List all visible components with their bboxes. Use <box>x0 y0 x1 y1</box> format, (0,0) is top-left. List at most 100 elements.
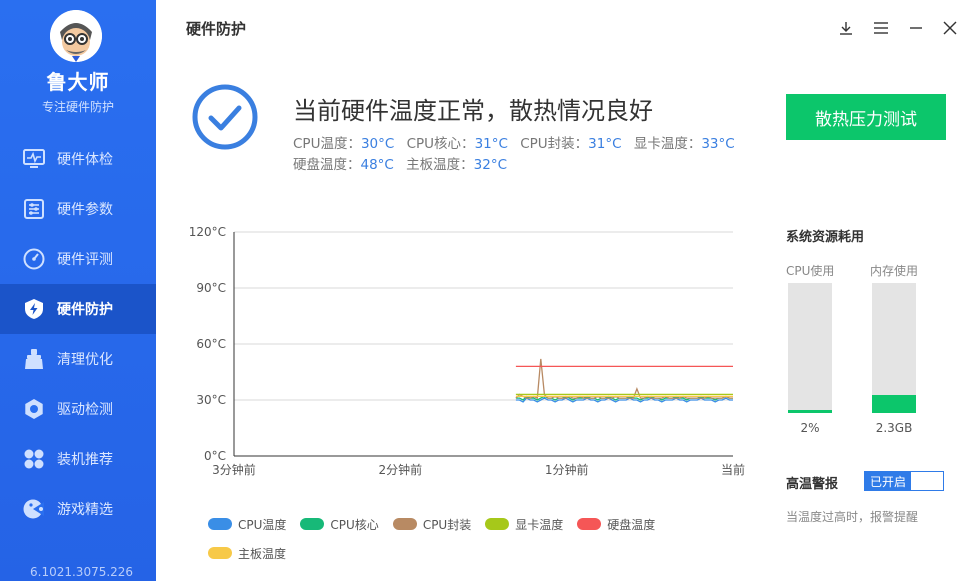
high-temp-alert-description: 当温度过高时，报警提醒 <box>786 510 919 524</box>
cpu-core-label: CPU核心： <box>406 136 475 152</box>
minimize-icon <box>910 27 922 29</box>
app-version: 6.1021.3075.226 <box>30 565 134 579</box>
download-button[interactable] <box>836 18 856 38</box>
x-tick-label: 2分钟前 <box>379 462 423 477</box>
legend-label: 硬盘温度 <box>607 517 656 532</box>
app-subtitle: 专注硬件防护 <box>41 100 114 114</box>
y-tick-label: 0°C <box>204 449 226 463</box>
gpu-temp-label: 显卡温度： <box>633 136 702 152</box>
sidebar-item-label: 硬件参数 <box>57 202 113 218</box>
toggle-on-label: 已开启 <box>865 472 911 490</box>
y-tick-label: 120°C <box>189 225 226 239</box>
sidebar-item-label: 游戏精选 <box>57 502 113 518</box>
stress-test-button[interactable]: 散热压力测试 <box>786 94 946 140</box>
disk-temp-label: 硬盘温度： <box>293 157 361 173</box>
x-tick-label: 1分钟前 <box>545 462 589 477</box>
cpu-package-value: 31°C <box>588 136 622 152</box>
fan-icon <box>22 447 46 471</box>
sidebar-item-hardware-checkup[interactable]: 硬件体检 <box>0 134 156 184</box>
menu-icon <box>874 22 888 34</box>
cpu-temp-value: 30°C <box>360 136 395 152</box>
memory-usage-bar <box>872 283 916 413</box>
gear-icon <box>22 397 46 421</box>
app-name: 鲁大师 <box>46 70 110 94</box>
broom-icon <box>22 347 46 371</box>
memory-usage-value: 2.3GB <box>875 421 913 435</box>
cpu-usage-label: CPU使用 <box>786 264 835 278</box>
disk-temp-value: 48°C <box>360 157 394 173</box>
gpu-temp-value: 33°C <box>701 136 735 152</box>
temperature-row: 硬盘温度：48°C 主板温度：32°C <box>293 155 743 176</box>
board-temp-label: 主板温度： <box>406 157 474 173</box>
cpu-usage-value: 2% <box>800 421 820 435</box>
temperature-row: CPU温度：30°C CPU核心：31°C CPU封装：31°C 显卡温度：33… <box>293 134 743 155</box>
gauge-icon <box>22 247 46 271</box>
check-circle-icon <box>192 84 258 150</box>
sidebar-item-game-picks[interactable]: 游戏精选 <box>0 484 156 534</box>
legend-label: CPU核心 <box>330 517 379 532</box>
sidebar-item-label: 驱动检测 <box>57 402 113 418</box>
cpu-temp-label: CPU温度： <box>293 136 361 152</box>
cpu-usage-bar <box>788 283 832 413</box>
series-line-CPU封装 <box>515 358 733 400</box>
page-title: 硬件防护 <box>186 20 247 38</box>
x-tick-label: 当前 <box>721 462 745 477</box>
y-tick-label: 90°C <box>196 281 226 295</box>
app-logo <box>50 10 102 62</box>
y-tick-label: 60°C <box>196 337 226 351</box>
close-button[interactable] <box>940 18 960 38</box>
minimize-button[interactable] <box>906 18 926 38</box>
legend-item: 主板温度 <box>208 543 286 563</box>
temperature-readouts: CPU温度：30°C CPU核心：31°C CPU封装：31°C 显卡温度：33… <box>293 134 743 176</box>
x-tick-label: 3分钟前 <box>212 462 256 477</box>
sidebar-item-cleanup[interactable]: 清理优化 <box>0 334 156 384</box>
memory-usage-label: 内存使用 <box>870 264 919 278</box>
sliders-icon <box>22 197 46 221</box>
board-temp-value: 32°C <box>473 157 508 173</box>
sidebar-item-label: 装机推荐 <box>57 452 113 468</box>
sidebar-item-hardware-benchmark[interactable]: 硬件评测 <box>0 234 156 284</box>
legend-item: 硬盘温度 <box>577 514 655 534</box>
sidebar-item-label: 硬件评测 <box>57 252 113 268</box>
legend-swatch <box>485 518 510 530</box>
legend-label: 显卡温度 <box>515 517 564 532</box>
sidebar-item-hardware-params[interactable]: 硬件参数 <box>0 184 156 234</box>
download-icon <box>840 22 852 35</box>
temperature-chart: 120°C 90°C 60°C 30°C 0°C3分钟前 2分钟前 1分钟前 当前 <box>189 225 745 477</box>
legend-label: 主板温度 <box>238 546 287 561</box>
legend-item: CPU封装 <box>392 514 472 534</box>
cpu-core-value: 31°C <box>474 136 508 152</box>
status-title: 当前硬件温度正常，散热情况良好 <box>293 97 653 125</box>
legend-item: CPU温度 <box>208 514 286 534</box>
chart-legend: CPU温度 CPU核心 CPU封装 显卡温度 硬盘温度主板温度 <box>208 514 708 572</box>
memory-usage-fill <box>872 394 916 413</box>
legend-swatch <box>208 547 232 559</box>
monitor-pulse-icon <box>22 147 46 171</box>
sidebar-item-label: 硬件防护 <box>57 302 113 318</box>
sidebar-nav: 硬件体检 硬件参数 硬件评测 硬件防护 清理优化 驱动检测 装机推荐 游戏精选 <box>0 134 156 534</box>
cpu-usage-fill <box>788 410 832 413</box>
resources-title: 系统资源耗用 <box>786 230 865 245</box>
legend-swatch <box>300 518 325 530</box>
legend-swatch <box>208 518 232 530</box>
legend-swatch <box>577 518 602 530</box>
sidebar-item-driver-check[interactable]: 驱动检测 <box>0 384 156 434</box>
sidebar-item-label: 清理优化 <box>57 352 113 368</box>
sidebar-item-build-recommend[interactable]: 装机推荐 <box>0 434 156 484</box>
sidebar-item-label: 硬件体检 <box>57 152 113 168</box>
legend-label: CPU温度 <box>238 517 287 532</box>
cpu-package-label: CPU封装： <box>520 136 589 152</box>
close-icon <box>943 21 957 35</box>
legend-item: CPU核心 <box>300 514 379 534</box>
high-temp-alert-title: 高温警报 <box>786 477 839 492</box>
game-pad-icon <box>22 497 46 521</box>
y-tick-label: 30°C <box>196 393 226 407</box>
legend-swatch <box>392 518 417 530</box>
high-temp-alert-toggle[interactable]: 已开启 <box>864 471 944 491</box>
sidebar-item-hardware-protection[interactable]: 硬件防护 <box>0 284 156 334</box>
shield-bolt-icon <box>22 297 46 321</box>
legend-label: CPU封装 <box>422 517 472 532</box>
sidebar: 鲁大师 专注硬件防护 硬件体检 硬件参数 硬件评测 硬件防护 清理优化 驱动检测… <box>0 0 156 581</box>
menu-button[interactable] <box>871 18 891 38</box>
legend-item: 显卡温度 <box>485 514 563 534</box>
